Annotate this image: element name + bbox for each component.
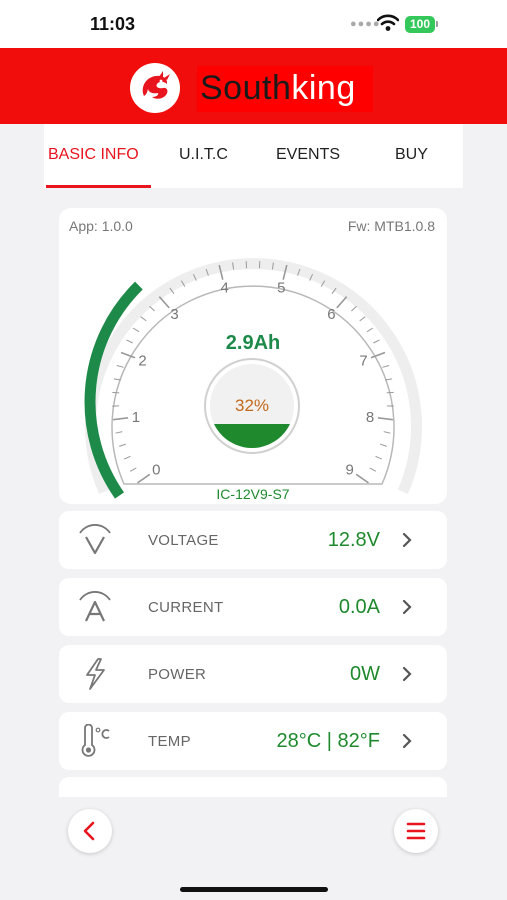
soc-fill — [210, 423, 294, 448]
capacity-readout: 2.9Ah — [225, 332, 281, 354]
thermometer-icon — [81, 724, 110, 757]
metric-label: CURRENT — [148, 599, 224, 616]
gauge-minor-tick — [309, 273, 314, 281]
gauge-minor-tick — [232, 262, 235, 270]
power-icon — [86, 658, 105, 690]
gauge-minor-tick — [116, 365, 124, 368]
battery-nub — [436, 21, 438, 27]
gauge-tick-label: 8 — [366, 409, 374, 426]
home-indicator — [180, 887, 328, 892]
gauge-minor-tick — [192, 273, 197, 281]
metric-value: 0.0A — [338, 596, 380, 618]
metric-label: VOLTAGE — [148, 532, 219, 549]
back-chevron-icon — [83, 821, 95, 841]
state-of-charge-indicator: 32% — [204, 358, 300, 454]
gauge-minor-tick — [115, 431, 123, 434]
gauge-minor-tick — [113, 378, 121, 381]
voltage-icon — [79, 524, 111, 555]
metric-row-temp[interactable]: TEMP 28°C | 82°F — [59, 712, 447, 770]
metric-row-voltage[interactable]: VOLTAGE 12.8V — [59, 511, 447, 569]
gauge-tick-label: 6 — [327, 306, 335, 323]
tab-basic-info[interactable]: BASIC INFO — [48, 146, 139, 164]
active-tab-indicator — [46, 185, 151, 188]
gauge-minor-tick — [320, 280, 326, 287]
gauge-tick-label: 3 — [170, 306, 178, 323]
gauge-major-tick — [158, 296, 170, 309]
gauge-tick-label: 1 — [132, 409, 140, 426]
tab-buy[interactable]: BUY — [395, 146, 428, 164]
brand-name-part-2: king — [291, 69, 356, 107]
gauge-minor-tick — [380, 443, 387, 447]
gauge-minor-tick — [169, 287, 175, 294]
chevron-right-icon — [402, 733, 412, 749]
gauge-tick-label: 0 — [152, 462, 160, 479]
soc-percent: 32% — [234, 396, 270, 415]
gauge-minor-tick — [180, 280, 186, 287]
current-icon — [79, 591, 111, 622]
gauge-minor-tick — [140, 316, 147, 322]
gauge-tick-label: 4 — [221, 279, 229, 296]
gauge-minor-tick — [331, 287, 337, 294]
gauge-minor-tick — [112, 391, 120, 394]
gauge-major-tick — [218, 264, 224, 280]
app-version: App: 1.0.0 — [69, 218, 133, 234]
back-button[interactable] — [68, 809, 112, 853]
gauge-major-tick — [336, 296, 348, 309]
signal-dots-icon: ●●●● — [350, 18, 381, 30]
soc-inner: 32% — [210, 364, 294, 448]
metric-value: 0W — [350, 663, 380, 685]
metric-label: TEMP — [148, 733, 191, 750]
gauge-minor-tick — [385, 378, 393, 381]
firmware-version: Fw: MTB1.0.8 — [347, 218, 435, 234]
status-time: 11:03 — [90, 14, 136, 34]
gauge-minor-tick — [271, 262, 274, 270]
battery-indicator: 100 — [405, 16, 435, 33]
gauge-minor-tick — [359, 316, 366, 322]
status-bar: 11:03 ●●●● 100 — [0, 0, 507, 48]
wifi-icon — [377, 14, 399, 31]
tab-bar: BASIC INFO U.I.T.C EVENTS BUY — [44, 124, 463, 188]
gauge-tick-label: 9 — [346, 462, 354, 479]
gauge-minor-tick — [382, 365, 390, 368]
gauge-minor-tick — [119, 443, 126, 447]
gauge-minor-tick — [351, 305, 357, 312]
gauge-tick-label: 2 — [138, 353, 146, 370]
metric-row-current[interactable]: CURRENT 0.0A — [59, 578, 447, 636]
gauge-major-tick — [355, 473, 369, 484]
gauge-major-tick — [282, 264, 288, 280]
metric-label: POWER — [148, 666, 207, 683]
gauge-major-tick — [112, 417, 129, 421]
chevron-right-icon — [402, 532, 412, 548]
tab-events[interactable]: EVENTS — [276, 146, 340, 164]
gauge-tick-label: 7 — [359, 353, 367, 370]
chevron-right-icon — [402, 666, 412, 682]
menu-button[interactable] — [394, 809, 438, 853]
tab-uitc[interactable]: U.I.T.C — [179, 146, 228, 164]
gauge-major-tick — [137, 473, 151, 484]
gauge-value-arc — [84, 281, 143, 499]
gauge-card: App: 1.0.0 Fw: MTB1.0.8 0 1 2 3 4 5 6 7 8 9 2.9Ah… — [59, 208, 447, 504]
battery-model: IC-12V9-S7 — [216, 486, 290, 502]
menu-icon — [406, 822, 426, 840]
gauge-minor-tick — [149, 305, 155, 312]
gauge-minor-tick — [386, 391, 394, 394]
chevron-right-icon — [402, 599, 412, 615]
brand-name-part-1: South — [200, 69, 292, 107]
gauge-minor-tick — [129, 467, 137, 472]
gauge-minor-tick — [205, 268, 209, 276]
brand-name: Southking — [200, 66, 356, 110]
gauge-minor-tick — [123, 455, 131, 460]
gauge-major-tick — [377, 417, 394, 421]
gauge-tick-label: 5 — [277, 279, 285, 296]
metric-value: 12.8V — [327, 529, 380, 551]
metric-row-partial — [59, 777, 447, 797]
metric-value: 28°C | 82°F — [276, 730, 380, 752]
gauge-minor-tick — [383, 431, 391, 434]
gauge-minor-tick — [375, 455, 383, 460]
dragon-logo-icon — [130, 63, 180, 113]
metric-row-power[interactable]: POWER 0W — [59, 645, 447, 703]
gauge-minor-tick — [297, 268, 301, 276]
gauge-minor-tick — [369, 467, 377, 472]
